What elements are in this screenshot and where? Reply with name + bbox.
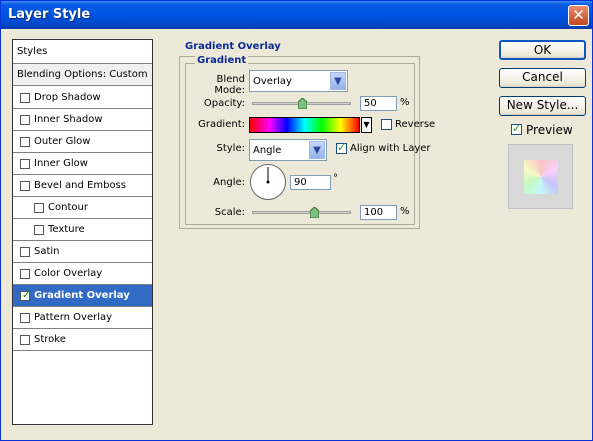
- style-value: Angle: [253, 144, 282, 156]
- cancel-button[interactable]: Cancel: [499, 68, 586, 88]
- style-item-color-overlay[interactable]: Color Overlay: [13, 263, 152, 285]
- align-with-layer-checkbox[interactable]: ✓: [336, 141, 347, 154]
- preview-thumbnail: [508, 144, 573, 209]
- gradient-label: Gradient:: [198, 119, 245, 130]
- angle-unit: °: [333, 173, 338, 184]
- new-style-button[interactable]: New Style...: [499, 96, 586, 116]
- reverse-label: Reverse: [395, 119, 436, 130]
- style-item-label: Satin: [34, 246, 60, 257]
- chevron-down-icon[interactable]: ▼: [309, 141, 325, 159]
- style-label: Style:: [216, 143, 246, 154]
- style-item-gradient-overlay[interactable]: ✓ Gradient Overlay: [13, 285, 152, 307]
- gradient-overlay-title: Gradient Overlay: [185, 41, 285, 52]
- style-item-stroke[interactable]: Stroke: [13, 329, 152, 351]
- style-item-checkbox[interactable]: [34, 202, 44, 213]
- style-item-inner-glow[interactable]: Inner Glow: [13, 153, 152, 175]
- styles-header-label: Styles: [17, 46, 48, 57]
- ok-button[interactable]: OK: [499, 40, 586, 60]
- title-bar[interactable]: Layer Style ✕: [1, 1, 592, 29]
- style-item-checkbox[interactable]: [20, 268, 30, 279]
- style-item-label: Outer Glow: [34, 136, 91, 147]
- style-item-pattern-overlay[interactable]: Pattern Overlay: [13, 307, 152, 329]
- style-item-checkbox[interactable]: [34, 224, 44, 235]
- style-item-checkbox[interactable]: [20, 114, 30, 125]
- checkmark-icon: ✓: [337, 141, 347, 154]
- opacity-label: Opacity:: [203, 98, 245, 109]
- style-item-checkbox[interactable]: [20, 180, 30, 191]
- blend-mode-label: Blend Mode:: [214, 74, 245, 96]
- style-item-label: Gradient Overlay: [34, 290, 130, 301]
- style-item-drop-shadow[interactable]: Drop Shadow: [13, 87, 152, 109]
- align-with-layer-label: Align with Layer: [350, 143, 431, 154]
- blend-mode-value: Overlay: [253, 75, 292, 87]
- style-item-bevel-and-emboss[interactable]: Bevel and Emboss: [13, 175, 152, 197]
- angle-dial[interactable]: [250, 164, 286, 200]
- chevron-down-icon[interactable]: ▼: [330, 72, 346, 90]
- style-item-checkbox[interactable]: [20, 312, 30, 323]
- window-title: Layer Style: [8, 7, 91, 22]
- style-item-label: Inner Shadow: [34, 114, 103, 125]
- preview-label: Preview: [526, 123, 573, 137]
- style-item-label: Drop Shadow: [34, 92, 101, 103]
- style-select[interactable]: Angle ▼: [249, 139, 327, 161]
- preview-checkbox[interactable]: ✓: [511, 122, 522, 135]
- style-item-label: Pattern Overlay: [34, 312, 113, 323]
- angle-input[interactable]: 90: [290, 175, 331, 190]
- blend-mode-select[interactable]: Overlay ▼: [249, 70, 348, 92]
- style-item-label: Texture: [48, 224, 85, 235]
- reverse-checkbox[interactable]: [381, 119, 392, 130]
- scale-slider[interactable]: [252, 211, 351, 214]
- opacity-unit: %: [400, 97, 410, 108]
- scale-unit: %: [400, 206, 410, 217]
- angle-label: Angle:: [213, 177, 245, 188]
- style-item-checkbox[interactable]: ✓: [20, 289, 31, 301]
- checkmark-icon: ✓: [22, 289, 31, 301]
- style-item-texture[interactable]: Texture: [13, 219, 152, 241]
- style-item-inner-shadow[interactable]: Inner Shadow: [13, 109, 152, 131]
- gradient-picker[interactable]: [249, 117, 360, 133]
- style-item-label: Stroke: [34, 334, 66, 345]
- style-item-checkbox[interactable]: [20, 246, 30, 257]
- style-item-satin[interactable]: Satin: [13, 241, 152, 263]
- style-item-checkbox[interactable]: [20, 334, 30, 345]
- close-button[interactable]: ✕: [568, 5, 589, 26]
- blending-options-label: Blending Options: Custom: [17, 69, 148, 80]
- preview-swatch: [524, 160, 558, 194]
- checkmark-icon: ✓: [512, 122, 522, 135]
- styles-list: Styles Blending Options: Custom Drop Sha…: [12, 39, 153, 425]
- style-item-label: Contour: [48, 202, 88, 213]
- scale-slider-thumb[interactable]: [310, 207, 319, 218]
- style-item-contour[interactable]: Contour: [13, 197, 152, 219]
- style-item-label: Color Overlay: [34, 268, 103, 279]
- style-item-outer-glow[interactable]: Outer Glow: [13, 131, 152, 153]
- blending-options-item[interactable]: Blending Options: Custom: [13, 64, 152, 86]
- scale-label: Scale:: [214, 207, 245, 218]
- gradient-subgroup-title: Gradient: [195, 55, 249, 66]
- opacity-slider-thumb[interactable]: [297, 98, 307, 109]
- styles-header[interactable]: Styles: [13, 40, 152, 64]
- opacity-input[interactable]: 50: [360, 96, 397, 111]
- style-item-label: Bevel and Emboss: [34, 180, 126, 191]
- style-item-checkbox[interactable]: [20, 136, 30, 147]
- style-item-checkbox[interactable]: [20, 158, 30, 169]
- scale-input[interactable]: 100: [360, 205, 397, 220]
- gradient-dropdown-icon[interactable]: ▼: [361, 117, 372, 133]
- layer-style-dialog: Layer Style ✕ Styles Blending Options: C…: [0, 0, 593, 441]
- style-item-checkbox[interactable]: [20, 92, 30, 103]
- style-item-label: Inner Glow: [34, 158, 88, 169]
